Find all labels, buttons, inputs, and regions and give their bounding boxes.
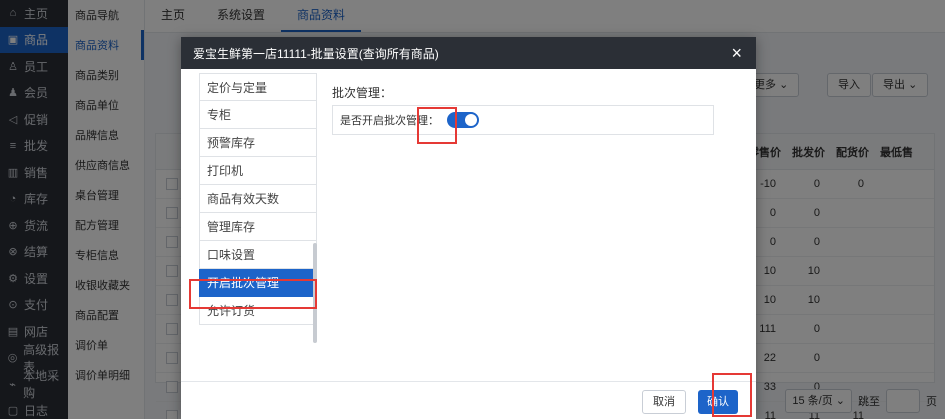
- section-title: 批次管理：: [332, 86, 393, 100]
- dialog-footer: 取消 确认: [181, 381, 756, 419]
- cancel-button[interactable]: 取消: [642, 390, 686, 414]
- settings-category-item[interactable]: 预警库存: [199, 129, 317, 157]
- settings-category-item[interactable]: 定价与定量: [199, 73, 317, 101]
- settings-category-item[interactable]: 商品有效天数: [199, 185, 317, 213]
- settings-category-item[interactable]: 口味设置: [199, 241, 317, 269]
- dialog-header: 爱宝生鲜第一店11111-批量设置(查询所有商品) ×: [181, 37, 756, 69]
- dialog-title: 爱宝生鲜第一店11111-批量设置(查询所有商品): [193, 46, 439, 61]
- settings-category-item[interactable]: 打印机: [199, 157, 317, 185]
- settings-category-item[interactable]: 专柜: [199, 101, 317, 129]
- highlight-box-menu: [189, 279, 317, 309]
- batch-setting-row: 是否开启批次管理：: [332, 105, 714, 135]
- settings-category-list: 定价与定量 专柜 预警库存 打印机 商品有效天数 管理库存 口味设置 开启批次管理 允许订货: [199, 73, 317, 381]
- batch-settings-dialog: 爱宝生鲜第一店11111-批量设置(查询所有商品) × 定价与定量 专柜 预警库存打…: [181, 37, 756, 419]
- toggle-knob: [465, 114, 477, 126]
- settings-category-item[interactable]: 管理库存: [199, 213, 317, 241]
- highlight-box-toggle: [417, 107, 457, 144]
- close-icon[interactable]: ×: [731, 42, 742, 64]
- highlight-box-confirm: [712, 373, 752, 417]
